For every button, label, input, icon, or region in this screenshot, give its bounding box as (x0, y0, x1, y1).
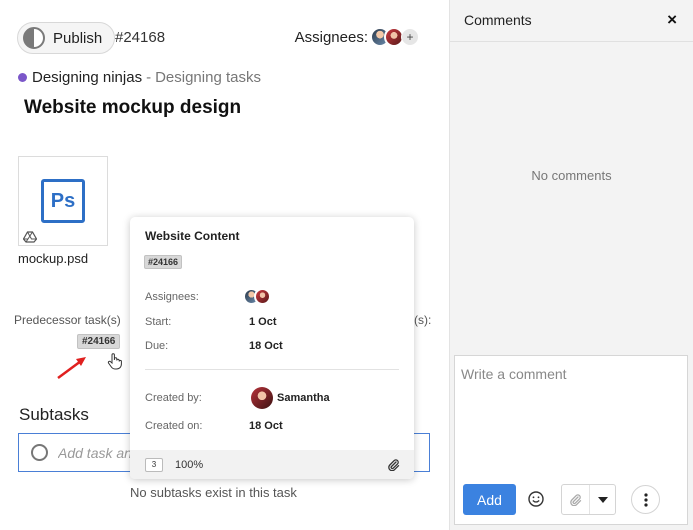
hover-card-start-value: 1 Oct (249, 316, 277, 328)
successor-label: (s): (414, 313, 432, 327)
hover-card-divider (145, 369, 399, 370)
task-hover-card: Website Content #24166 Assignees: Start:… (130, 217, 414, 479)
attachment-thumbnail[interactable]: Ps (18, 156, 108, 246)
publish-button[interactable]: Publish (17, 22, 116, 54)
emoji-icon[interactable] (527, 490, 545, 508)
attach-options-dropdown[interactable] (590, 485, 615, 514)
avatar (254, 288, 271, 305)
comments-panel: Comments × No comments Add (450, 0, 693, 530)
hover-card-created-by-label: Created by: (145, 392, 202, 404)
no-subtasks-message: No subtasks exist in this task (130, 485, 297, 500)
comments-title: Comments (464, 12, 532, 28)
paperclip-icon (570, 494, 582, 506)
comments-header: Comments × (450, 0, 693, 42)
hover-card-title[interactable]: Website Content (145, 229, 239, 243)
assignees-label: Assignees: (294, 28, 368, 46)
hover-card-assignees-label: Assignees: (145, 291, 199, 303)
red-arrow-annotation-icon (57, 357, 86, 380)
hover-card-creator: Samantha (247, 387, 330, 409)
close-icon[interactable]: × (667, 10, 677, 30)
paperclip-icon (388, 459, 400, 471)
more-options-button[interactable] (631, 485, 660, 514)
hover-card-task-id: #24166 (144, 255, 183, 269)
breadcrumb-separator: - (146, 69, 152, 86)
hover-card-due-label: Due: (145, 340, 169, 352)
attachment-file-name[interactable]: mockup.psd (18, 251, 88, 266)
publish-label: Publish (53, 29, 103, 47)
attach-button-group (561, 484, 616, 515)
add-comment-button[interactable]: Add (463, 484, 516, 515)
photoshop-file-icon: Ps (41, 179, 85, 223)
avatar (251, 387, 273, 409)
circle-checkbox-icon (31, 444, 48, 461)
subtasks-heading: Subtasks (19, 405, 89, 424)
hand-pointer-icon (107, 353, 122, 370)
hover-card-footer: 3 100% (130, 450, 414, 479)
predecessor-task-chip[interactable]: #24166 (77, 334, 121, 349)
hover-card-created-on-value: 18 Oct (249, 420, 283, 432)
task-id: #24168 (115, 29, 166, 46)
project-name-link[interactable]: Designing ninjas (32, 69, 142, 86)
task-title[interactable]: Website mockup design (24, 97, 241, 119)
task-list-link[interactable]: Designing tasks (155, 69, 261, 86)
comment-input[interactable] (455, 356, 687, 476)
vertical-ellipsis-icon (643, 492, 648, 507)
hover-card-assignees (243, 288, 271, 305)
hover-card-due-value: 18 Oct (249, 340, 283, 352)
google-drive-icon (23, 231, 37, 243)
predecessor-label: Predecessor task(s) (14, 313, 121, 327)
add-assignee-button[interactable]: + (401, 28, 419, 46)
no-comments-message: No comments (531, 168, 612, 183)
project-color-dot (18, 73, 27, 82)
subtask-count-badge: 3 (145, 457, 163, 472)
caret-down-icon (597, 496, 608, 503)
progress-value: 100% (175, 458, 204, 471)
project-breadcrumb: Designing ninjas - Designing tasks (18, 69, 261, 86)
status-half-circle-icon (23, 27, 45, 49)
hover-card-creator-name: Samantha (277, 392, 330, 404)
task-detail-panel: Publish #24168 Assignees: + Designing ni… (0, 0, 450, 530)
hover-card-created-on-label: Created on: (145, 420, 203, 432)
hover-card-start-label: Start: (145, 316, 172, 328)
comment-composer: Add (454, 355, 688, 525)
attach-file-button[interactable] (562, 485, 590, 514)
assignees: Assignees: + (295, 27, 419, 47)
